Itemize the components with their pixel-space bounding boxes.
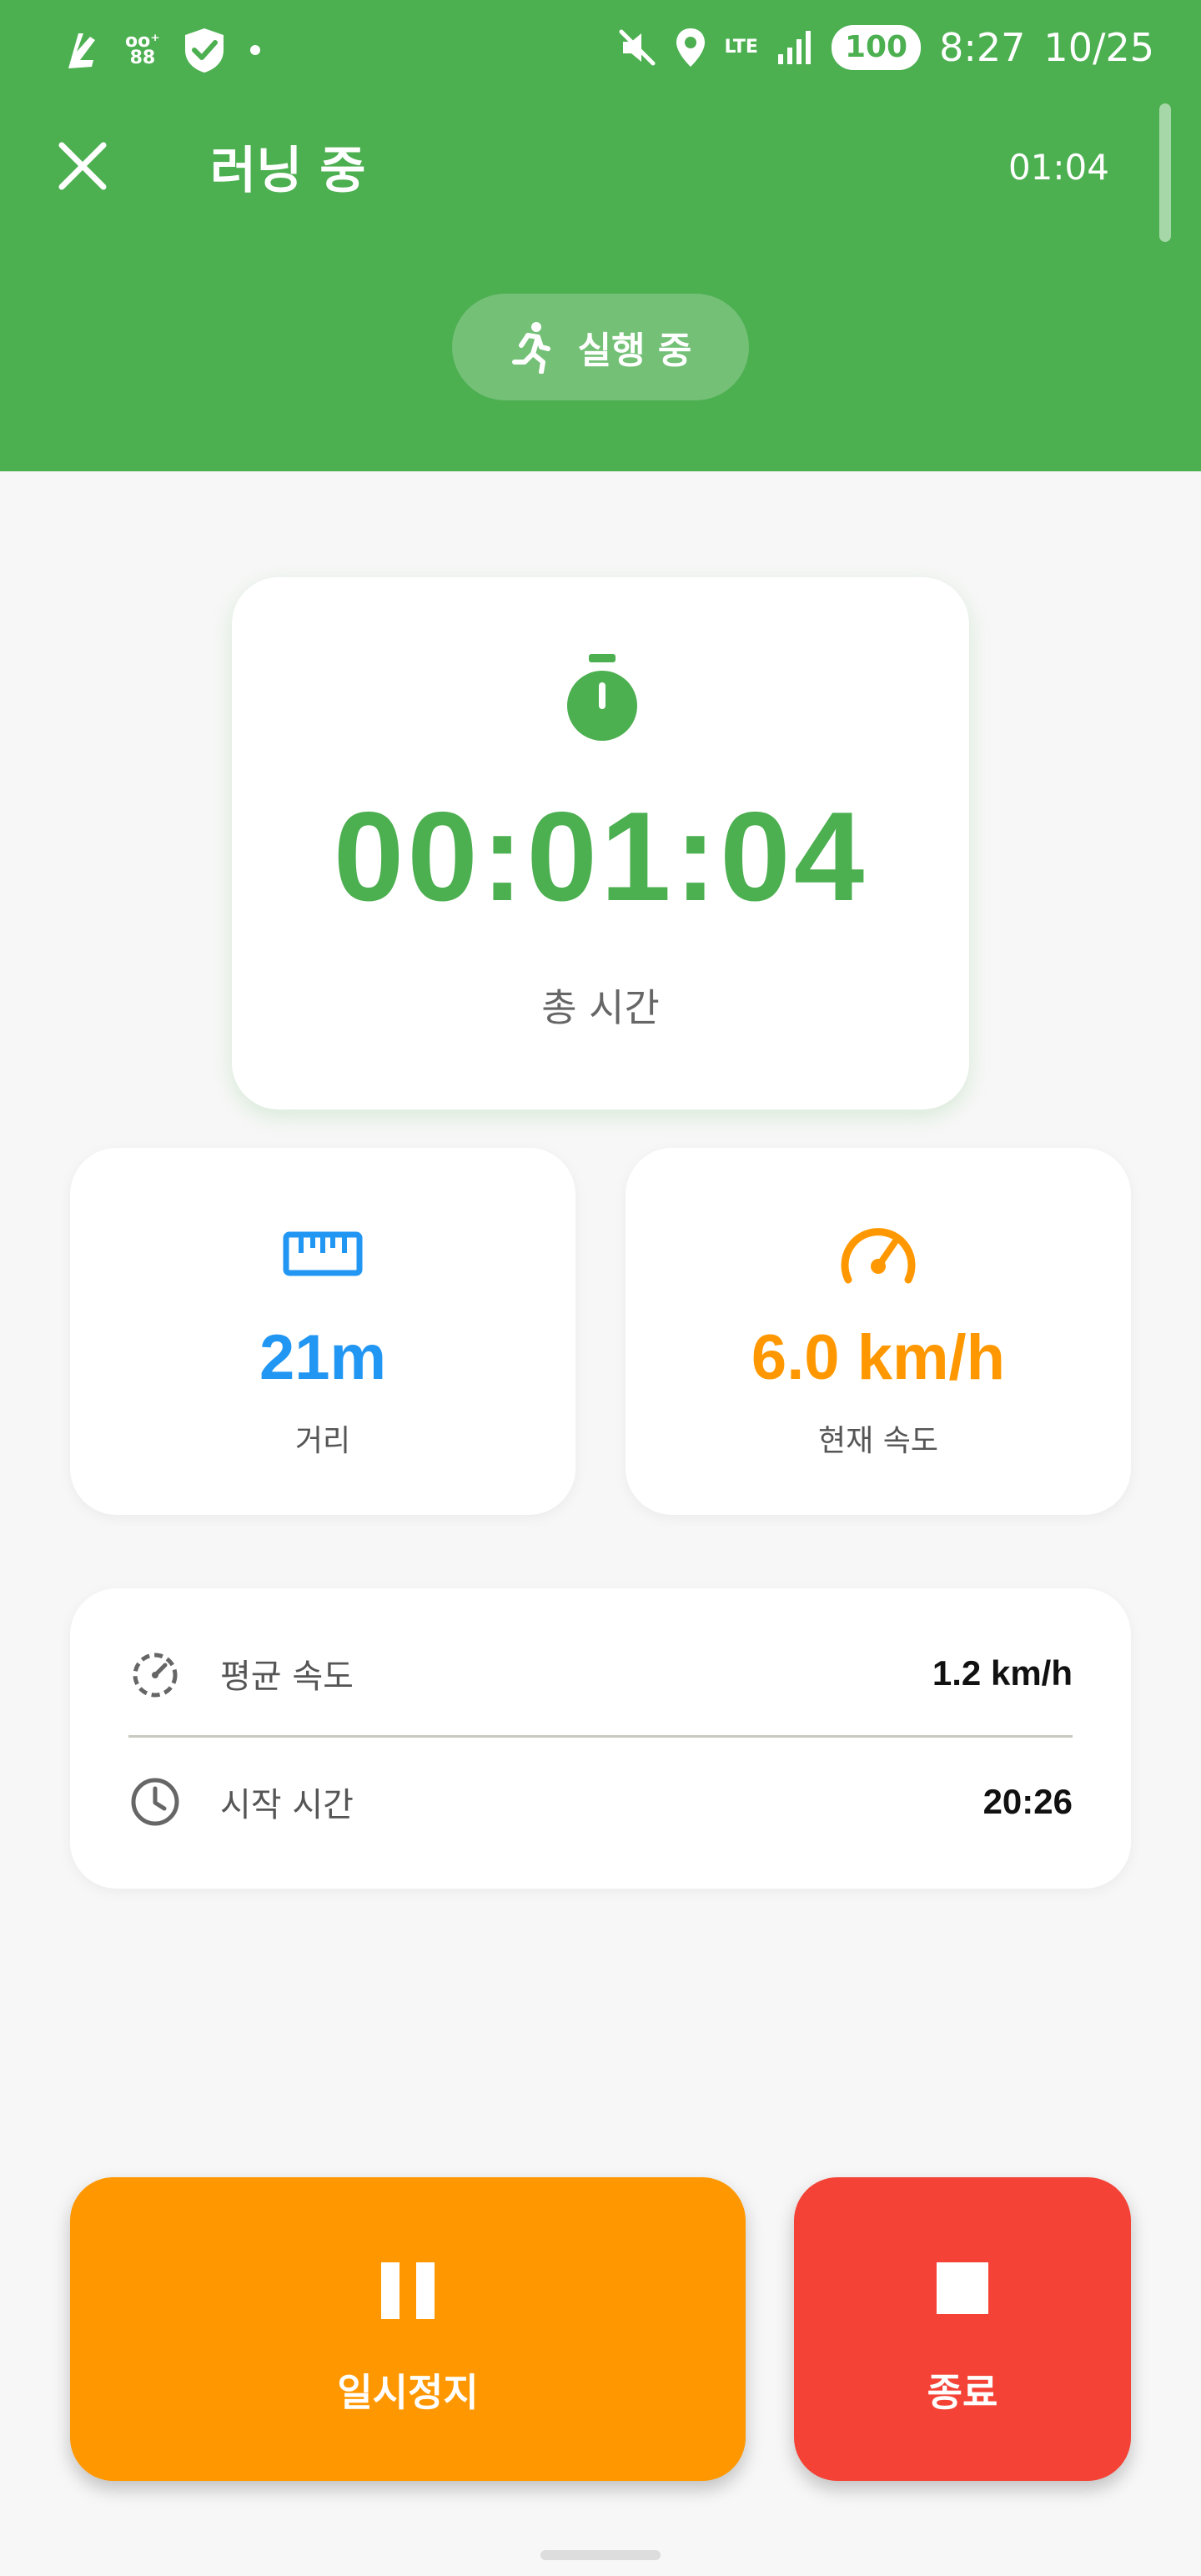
runner-icon (511, 322, 550, 374)
total-time-value: 00:01:04 (333, 786, 868, 928)
stopwatch-icon (567, 654, 637, 741)
total-time-label: 총 시간 (541, 985, 660, 1030)
header-bar: oo⁺ 88 LTE 100 8:27 10/25 러닝 중 01:04 실행 … (0, 0, 1201, 471)
total-time-card: 00:01:04 총 시간 (232, 577, 969, 1109)
page-title: 러닝 중 (210, 142, 366, 200)
battery-icon: 100 (831, 25, 922, 70)
start-time-value: 20:26 (982, 1782, 1073, 1821)
pause-icon (381, 2262, 435, 2319)
status-bar: oo⁺ 88 LTE 100 8:27 10/25 (0, 0, 1201, 108)
lte-icon: LTE (724, 37, 758, 58)
distance-value: 21m (259, 1322, 387, 1393)
distance-card: 21m 거리 (70, 1148, 575, 1515)
stop-icon (937, 2262, 988, 2314)
running-status-label: 실행 중 (577, 330, 692, 372)
info-card: 평균 속도 1.2 km/h 시작 시간 20:26 (70, 1588, 1131, 1889)
timer-dashed-icon (133, 1653, 178, 1698)
signal-icon (777, 31, 811, 64)
current-speed-label: 현재 속도 (818, 1424, 938, 1458)
dot-icon (249, 45, 260, 55)
scrollbar[interactable] (1159, 103, 1171, 242)
distance-label: 거리 (294, 1424, 351, 1458)
status-bar-right: LTE 100 8:27 10/25 (618, 25, 1154, 70)
avg-speed-value: 1.2 km/h (932, 1653, 1073, 1693)
start-time-row: 시작 시간 20:26 (128, 1752, 1073, 1852)
status-time: 8:27 (939, 25, 1026, 70)
clock-icon (131, 1778, 179, 1826)
pause-button[interactable]: 일시정지 (70, 2177, 746, 2481)
app-icon: oo⁺ 88 (125, 31, 160, 68)
stop-button[interactable]: 종료 (794, 2177, 1131, 2481)
avg-speed-row: 평균 속도 1.2 km/h (128, 1623, 1073, 1723)
stop-button-label: 종료 (927, 2370, 998, 2415)
ruler-icon (283, 1231, 363, 1276)
close-icon[interactable] (53, 137, 112, 195)
current-speed-value: 6.0 km/h (751, 1322, 1006, 1393)
home-indicator[interactable] (540, 2550, 661, 2560)
avg-speed-label: 평균 속도 (220, 1658, 354, 1696)
mute-icon (619, 29, 656, 66)
status-bar-left: oo⁺ 88 (62, 27, 262, 73)
location-icon (676, 28, 705, 67)
shield-check-icon (184, 28, 224, 73)
current-speed-card: 6.0 km/h 현재 속도 (626, 1148, 1131, 1515)
speedometer-icon (841, 1228, 916, 1284)
info-divider (128, 1735, 1073, 1738)
start-time-label: 시작 시간 (220, 1786, 354, 1824)
pause-button-label: 일시정지 (337, 2370, 479, 2415)
elapsed-time-small: 01:04 (1008, 147, 1109, 188)
status-date: 10/25 (1043, 25, 1154, 70)
running-status-badge: 실행 중 (452, 294, 749, 400)
app-icon (68, 33, 95, 68)
